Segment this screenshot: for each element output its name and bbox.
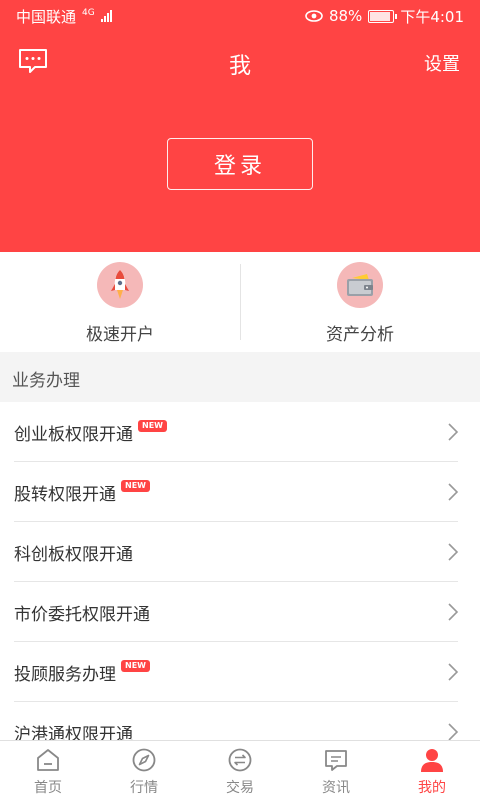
list-item-label: 股转权限开通 bbox=[14, 484, 116, 505]
tab-label: 资讯 bbox=[322, 780, 350, 796]
carrier-name: 中国联通 bbox=[16, 7, 77, 26]
chevron-right-icon bbox=[448, 663, 459, 681]
top-bar: 我 设置 bbox=[0, 40, 480, 86]
new-badge: NEW bbox=[121, 480, 150, 492]
compass-icon bbox=[132, 748, 156, 772]
list-item-chinext[interactable]: 创业板权限开通 NEW bbox=[0, 402, 480, 462]
tab-home[interactable]: 首页 bbox=[0, 741, 96, 800]
settings-button[interactable]: 设置 bbox=[424, 50, 460, 76]
chevron-right-icon bbox=[448, 603, 459, 621]
list-item-label: 沪港通权限开通 bbox=[14, 724, 133, 743]
section-title: 业务办理 bbox=[0, 352, 480, 402]
signal-icon bbox=[100, 10, 112, 22]
bottom-tab-bar: 首页 行情 交易 资讯 我的 bbox=[0, 740, 480, 800]
business-list: 创业板权限开通 NEW 股转权限开通 NEW 科创板权限开通 市价委托权限开通 … bbox=[0, 402, 480, 742]
chevron-right-icon bbox=[448, 723, 459, 741]
tab-label: 首页 bbox=[34, 780, 62, 796]
tab-label: 行情 bbox=[130, 780, 158, 796]
list-item-advisory[interactable]: 投顾服务办理 NEW bbox=[0, 642, 480, 702]
rocket-icon bbox=[111, 270, 129, 299]
clock: 下午4:01 bbox=[400, 7, 464, 26]
quick-asset-analysis[interactable]: 资产分析 bbox=[240, 252, 480, 352]
status-left: 中国联通 4G bbox=[16, 6, 112, 27]
battery-percent: 88% bbox=[328, 7, 363, 25]
battery-icon bbox=[368, 9, 398, 23]
tab-label: 交易 bbox=[226, 780, 254, 796]
list-item-neeq[interactable]: 股转权限开通 NEW bbox=[0, 462, 480, 522]
quick-label-open-account: 极速开户 bbox=[86, 325, 154, 345]
list-item-label: 创业板权限开通 bbox=[14, 424, 133, 445]
list-item-star-market[interactable]: 科创板权限开通 bbox=[0, 522, 480, 582]
quick-divider bbox=[240, 264, 241, 340]
wallet-icon bbox=[347, 274, 373, 296]
login-button[interactable]: 登录 bbox=[167, 138, 313, 190]
home-icon bbox=[37, 749, 59, 771]
list-item-market-order[interactable]: 市价委托权限开通 bbox=[0, 582, 480, 642]
page-title: 我 bbox=[228, 54, 251, 79]
list-item-label: 科创板权限开通 bbox=[14, 544, 133, 565]
wallet-icon-circle bbox=[337, 262, 383, 308]
rocket-icon-circle bbox=[97, 262, 143, 308]
network-type: 4G bbox=[82, 7, 95, 18]
quick-open-account[interactable]: 极速开户 bbox=[0, 252, 240, 352]
tab-mine[interactable]: 我的 bbox=[384, 741, 480, 800]
tab-news[interactable]: 资讯 bbox=[288, 741, 384, 800]
profile-header: 中国联通 4G 88% 下午4:01 我 设置 登录 bbox=[0, 0, 480, 252]
status-bar: 中国联通 4G 88% 下午4:01 bbox=[0, 0, 480, 32]
status-right: 88% 下午4:01 bbox=[305, 6, 464, 27]
news-icon bbox=[325, 750, 347, 771]
list-item-label: 市价委托权限开通 bbox=[14, 604, 150, 625]
user-icon bbox=[421, 749, 443, 772]
new-badge: NEW bbox=[121, 660, 150, 672]
tab-label: 我的 bbox=[418, 780, 446, 796]
list-item-hk-connect[interactable]: 沪港通权限开通 bbox=[0, 702, 480, 742]
new-badge: NEW bbox=[138, 420, 167, 432]
tab-trade[interactable]: 交易 bbox=[192, 741, 288, 800]
list-item-label: 投顾服务办理 bbox=[14, 664, 116, 685]
exchange-icon bbox=[228, 748, 252, 772]
tab-market[interactable]: 行情 bbox=[96, 741, 192, 800]
quick-label-asset-analysis: 资产分析 bbox=[326, 325, 394, 345]
chevron-right-icon bbox=[448, 543, 459, 561]
chevron-right-icon bbox=[448, 423, 459, 441]
chevron-right-icon bbox=[448, 483, 459, 501]
eye-icon bbox=[305, 10, 323, 22]
quick-actions: 极速开户 资产分析 bbox=[0, 252, 480, 352]
